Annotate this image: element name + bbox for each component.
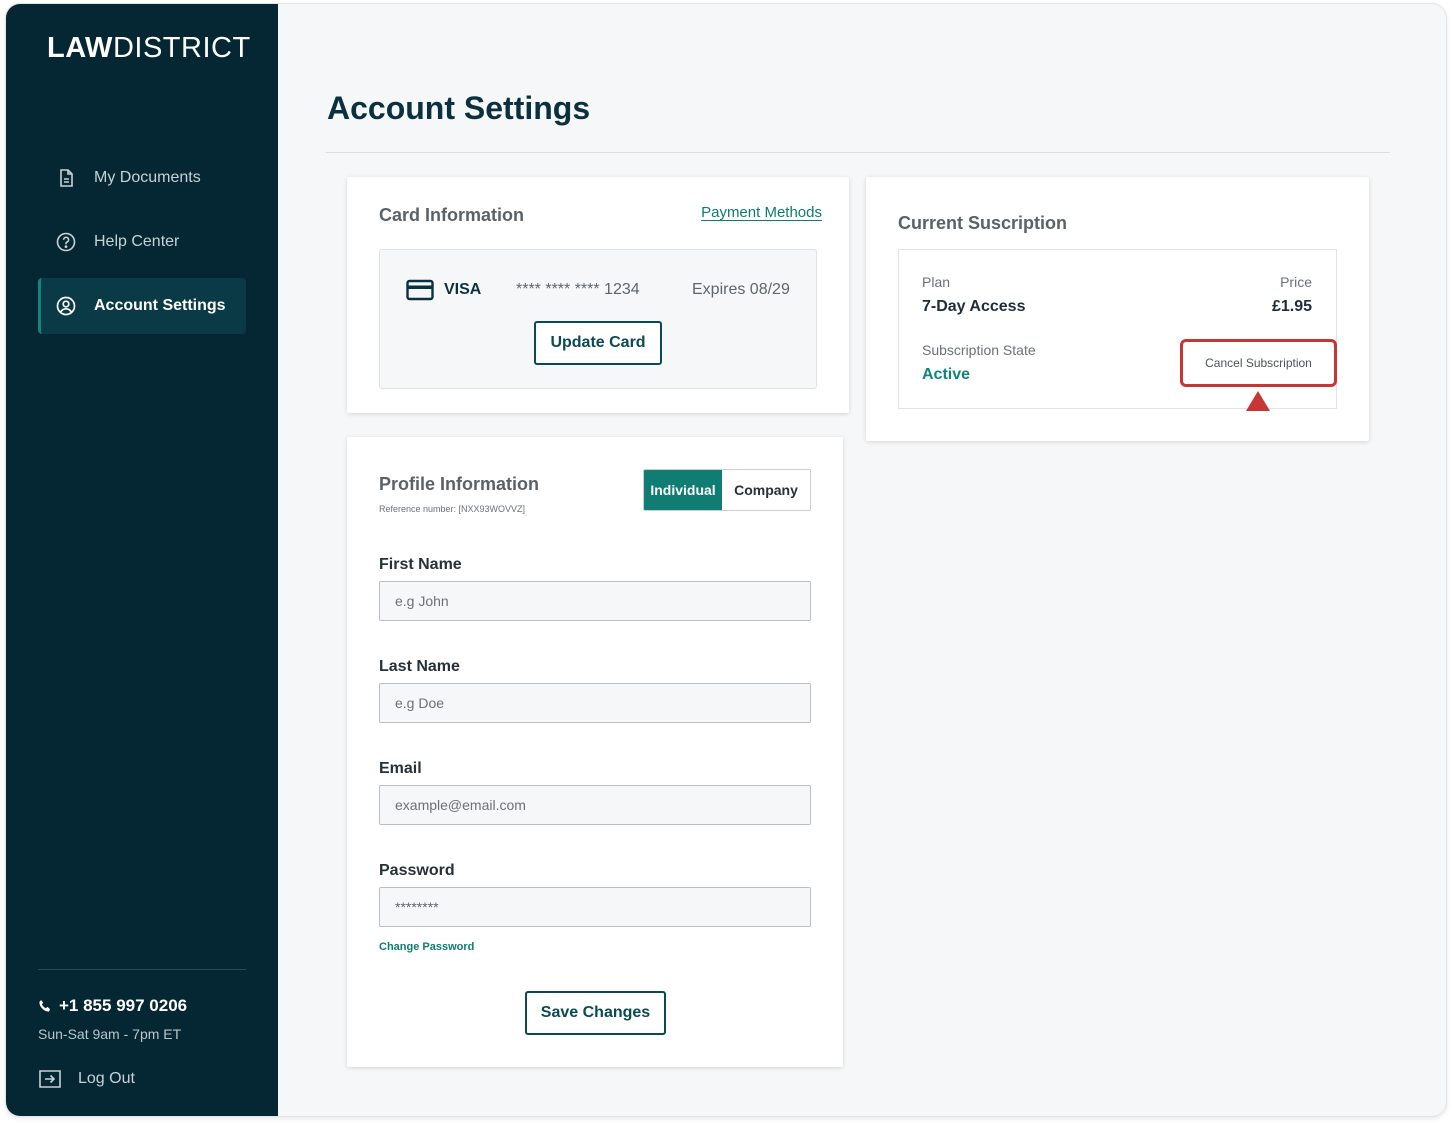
sidebar-item-help-center[interactable]: Help Center [38, 214, 246, 270]
update-card-button[interactable]: Update Card [534, 321, 662, 365]
price-label: Price [1280, 274, 1312, 290]
document-icon [56, 168, 76, 188]
sidebar-item-label: My Documents [94, 169, 201, 186]
question-circle-icon [56, 232, 76, 252]
subscription-heading: Current Suscription [898, 213, 1068, 233]
credit-card-icon [406, 279, 434, 301]
card-brand: VISA [444, 281, 482, 298]
password-label: Password [379, 862, 455, 879]
user-circle-icon [56, 296, 76, 316]
email-label: Email [379, 760, 422, 777]
toggle-individual[interactable]: Individual [644, 470, 722, 510]
card-expiry: Expires 08/29 [692, 281, 790, 298]
sidebar-item-label: Account Settings [94, 297, 226, 314]
support-hours: Sun-Sat 9am - 7pm ET [38, 1026, 182, 1042]
saved-card: VISA **** **** **** 1234 Expires 08/29 U… [379, 249, 817, 389]
price-value: £1.95 [1271, 298, 1312, 315]
first-name-input[interactable] [379, 581, 811, 621]
cancel-highlight: Cancel Subscription [1180, 339, 1337, 387]
email-input[interactable] [379, 785, 811, 825]
logout-icon [38, 1068, 62, 1090]
profile-information-heading: Profile Information [379, 474, 540, 494]
last-name-input[interactable] [379, 683, 811, 723]
subscription-details: Plan 7-Day Access Price £1.95 Subscripti… [898, 249, 1337, 411]
account-type-toggle: Individual Company [643, 469, 811, 511]
support-phone[interactable]: +1 855 997 0206 [38, 996, 187, 1016]
highlight-arrow-icon [1246, 391, 1270, 411]
first-name-label: First Name [379, 556, 462, 573]
card-number: **** **** **** 1234 [516, 281, 640, 298]
save-changes-button[interactable]: Save Changes [525, 991, 666, 1035]
payment-methods-link[interactable]: Payment Methods [701, 204, 822, 221]
plan-label: Plan [922, 274, 951, 290]
last-name-label: Last Name [379, 658, 460, 675]
change-password-link[interactable]: Change Password [379, 941, 474, 953]
card-information-panel: Card Information Payment Methods VISA **… [347, 177, 849, 413]
card-details-row: VISA **** **** **** 1234 Expires 08/29 [406, 278, 796, 302]
sidebar-item-my-documents[interactable]: My Documents [38, 150, 246, 206]
sidebar: LAWDISTRICT My Documents Help Center Acc… [6, 4, 278, 1116]
title-divider [326, 152, 1390, 153]
plan-value: 7-Day Access [922, 298, 1026, 315]
page-title: Account Settings [327, 90, 591, 126]
logo[interactable]: LAWDISTRICT [47, 32, 251, 65]
subscription-state-value: Active [922, 366, 971, 383]
phone-icon [38, 999, 52, 1013]
sidebar-item-account-settings[interactable]: Account Settings [38, 278, 246, 334]
password-input[interactable] [379, 887, 811, 927]
logout-button[interactable]: Log Out [38, 1068, 135, 1090]
reference-number: Reference number: [NXX93WOVVZ] [379, 504, 526, 514]
sidebar-item-label: Help Center [94, 233, 180, 250]
app-window: LAWDISTRICT My Documents Help Center Acc… [6, 4, 1446, 1116]
logout-label: Log Out [78, 1070, 135, 1087]
sidebar-divider [38, 969, 246, 970]
subscription-panel: Current Suscription Plan 7-Day Access Pr… [866, 177, 1369, 441]
profile-information-panel: Profile Information Reference number: [N… [347, 437, 843, 1067]
cancel-subscription-button[interactable]: Cancel Subscription [1189, 348, 1328, 378]
subscription-state-label: Subscription State [922, 342, 1036, 358]
toggle-company[interactable]: Company [722, 470, 810, 510]
card-information-heading: Card Information [379, 205, 525, 225]
